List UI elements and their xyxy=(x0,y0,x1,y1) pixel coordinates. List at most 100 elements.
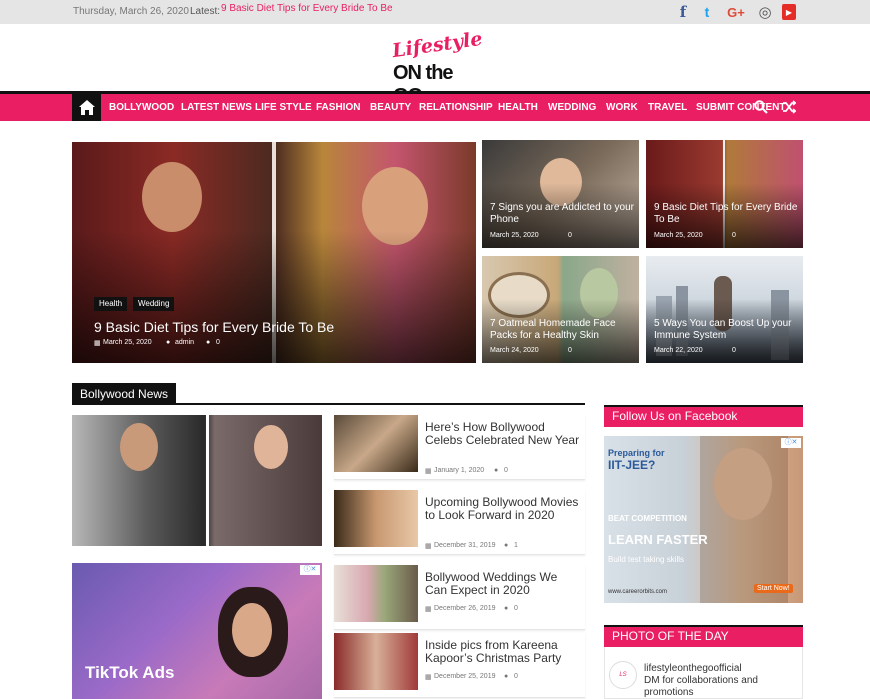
ad-line-1: Preparing for xyxy=(608,448,665,458)
bollywood-lead-image[interactable] xyxy=(72,415,322,546)
featured-author[interactable]: admin xyxy=(175,339,194,346)
nav-item-submit-content[interactable]: SUBMIT CONTENT xyxy=(696,102,785,113)
bollywood-news-heading: Bollywood News xyxy=(72,383,585,405)
item-4-title[interactable]: Inside pics from Kareena Kapoor’s Christ… xyxy=(425,639,580,665)
comment-icon: ● xyxy=(494,467,499,474)
bollywood-item-3[interactable]: Bollywood Weddings We Can Expect in 2020… xyxy=(334,565,585,630)
grid-post-3-comments[interactable]: 0 xyxy=(568,347,572,354)
item-4-date: December 25, 2019 xyxy=(434,673,496,680)
logo-line-1: Lifestyle xyxy=(390,27,484,63)
item-4-comments[interactable]: 0 xyxy=(514,673,518,680)
thumbnail-1 xyxy=(334,415,418,472)
current-date: Thursday, March 26, 2020 xyxy=(73,6,189,17)
actor-face xyxy=(120,423,158,471)
calendar-icon: ▦ xyxy=(425,543,432,550)
item-2-date: December 31, 2019 xyxy=(434,542,496,549)
thumbnail-3 xyxy=(334,565,418,622)
nav-item-beauty[interactable]: BEAUTY xyxy=(370,102,411,113)
item-1-title[interactable]: Here’s How Bollywood Celebs Celebrated N… xyxy=(425,421,580,447)
nav-item-relationship[interactable]: RELATIONSHIP xyxy=(419,102,493,113)
user-icon: ● xyxy=(166,339,171,346)
twitter-icon[interactable]: t xyxy=(699,3,715,21)
facebook-icon[interactable]: f xyxy=(676,3,690,21)
featured-comments[interactable]: 0 xyxy=(216,339,220,346)
shuffle-icon[interactable] xyxy=(782,100,796,114)
item-1-date: January 1, 2020 xyxy=(434,467,485,474)
grid-post-4-title[interactable]: 5 Ways You can Boost Up your Immune Syst… xyxy=(654,318,802,342)
main-navigation: BOLLYWOOD LATEST NEWS LIFE STYLE FASHION… xyxy=(0,91,870,121)
grid-post-2-title[interactable]: 9 Basic Diet Tips for Every Bride To Be xyxy=(654,202,799,226)
comment-icon: ● xyxy=(206,339,211,346)
photo-account-description: DM for collaborations and promotions xyxy=(644,675,758,698)
latest-label: Latest: xyxy=(190,6,221,17)
search-icon[interactable] xyxy=(754,100,768,114)
actress-face xyxy=(254,425,288,469)
nav-item-travel[interactable]: TRAVEL xyxy=(648,102,687,113)
tiktok-ad[interactable]: TikTok Ads ⓘ✕ xyxy=(72,563,322,699)
bollywood-item-2[interactable]: Upcoming Bollywood Movies to Look Forwar… xyxy=(334,490,585,555)
calendar-icon: ▦ xyxy=(425,468,432,475)
home-icon xyxy=(78,100,95,115)
tiktok-ad-text: TikTok Ads xyxy=(85,663,175,682)
thumbnail-2 xyxy=(334,490,418,547)
item-3-title[interactable]: Bollywood Weddings We Can Expect in 2020 xyxy=(425,571,580,597)
nav-item-work[interactable]: WORK xyxy=(606,102,638,113)
ad-line-2: IIT-JEE? xyxy=(608,458,656,472)
google-plus-icon[interactable]: G+ xyxy=(725,3,747,21)
ad-line-3: BEAT COMPETITION xyxy=(608,514,687,523)
person-face xyxy=(232,603,272,657)
youtube-icon[interactable]: ▶ xyxy=(782,4,796,20)
nav-item-health[interactable]: HEALTH xyxy=(498,102,538,113)
ad-url: www.careerorbits.com xyxy=(608,589,668,595)
latest-news-link[interactable]: 9 Basic Diet Tips for Every Bride To Be xyxy=(221,3,393,14)
item-2-title[interactable]: Upcoming Bollywood Movies to Look Forwar… xyxy=(425,496,580,522)
calendar-icon: ▦ xyxy=(94,340,101,347)
bride-face-left xyxy=(142,162,202,232)
comment-icon: ● xyxy=(504,542,509,549)
grid-post-2-date: March 25, 2020 xyxy=(654,232,703,239)
nav-item-latest-news[interactable]: LATEST NEWS xyxy=(181,102,252,113)
nav-item-bollywood[interactable]: BOLLYWOOD xyxy=(109,102,174,113)
calendar-icon: ▦ xyxy=(425,606,432,613)
bollywood-item-4[interactable]: Inside pics from Kareena Kapoor’s Christ… xyxy=(334,633,585,698)
site-logo[interactable]: Lifestyle ON the GO xyxy=(390,28,484,107)
top-bar: Thursday, March 26, 2020 Latest: 9 Basic… xyxy=(0,0,870,24)
section-title[interactable]: Bollywood News xyxy=(72,383,177,405)
grid-post-4-date: March 22, 2020 xyxy=(654,347,703,354)
nav-item-wedding[interactable]: WEDDING xyxy=(548,102,596,113)
item-2-comments[interactable]: 1 xyxy=(514,542,518,549)
tag-health[interactable]: Health xyxy=(94,297,128,311)
nav-item-life-style[interactable]: LIFE STYLE xyxy=(255,102,312,113)
calendar-icon: ▦ xyxy=(425,674,432,681)
photo-account-name[interactable]: lifestyleonthegoofficial xyxy=(644,663,742,674)
nav-item-fashion[interactable]: FASHION xyxy=(316,102,360,113)
ad-line-4: LEARN FASTER xyxy=(608,532,708,547)
thumbnail-4 xyxy=(334,633,418,690)
facebook-heading: Follow Us on Facebook xyxy=(604,405,803,427)
home-button[interactable] xyxy=(72,94,101,121)
item-3-date: December 26, 2019 xyxy=(434,605,496,612)
item-3-comments[interactable]: 0 xyxy=(514,605,518,612)
grid-post-3-date: March 24, 2020 xyxy=(490,347,539,354)
grid-post-1-date: March 25, 2020 xyxy=(490,232,539,239)
ad-line-5: Build test taking skills xyxy=(608,555,685,564)
comment-icon: ● xyxy=(504,605,509,612)
sidebar-ad[interactable]: Preparing for IIT-JEE? BEAT COMPETITION … xyxy=(604,436,803,603)
bollywood-item-1[interactable]: Here’s How Bollywood Celebs Celebrated N… xyxy=(334,415,585,480)
featured-date: March 25, 2020 xyxy=(103,339,152,346)
ad-choices-icon[interactable]: ⓘ✕ xyxy=(300,565,320,575)
ad-start-button[interactable]: Start Now! xyxy=(754,584,793,593)
tag-wedding[interactable]: Wedding xyxy=(133,297,175,311)
grid-post-4-comments[interactable]: 0 xyxy=(732,347,736,354)
grid-post-3-title[interactable]: 7 Oatmeal Homemade Face Packs for a Heal… xyxy=(490,318,635,342)
grid-post-1-comments[interactable]: 0 xyxy=(568,232,572,239)
featured-title[interactable]: 9 Basic Diet Tips for Every Bride To Be xyxy=(94,319,334,335)
instagram-icon[interactable]: ◎ xyxy=(757,3,773,21)
comment-icon: ● xyxy=(504,673,509,680)
item-1-comments[interactable]: 0 xyxy=(504,467,508,474)
ad-choices-icon[interactable]: ⓘ✕ xyxy=(781,438,801,448)
grid-post-2-comments[interactable]: 0 xyxy=(732,232,736,239)
instagram-avatar[interactable]: LS xyxy=(609,661,637,689)
grid-post-1-title[interactable]: 7 Signs you are Addicted to your Phone xyxy=(490,202,635,226)
photo-of-day-heading: PHOTO OF THE DAY xyxy=(604,625,803,647)
